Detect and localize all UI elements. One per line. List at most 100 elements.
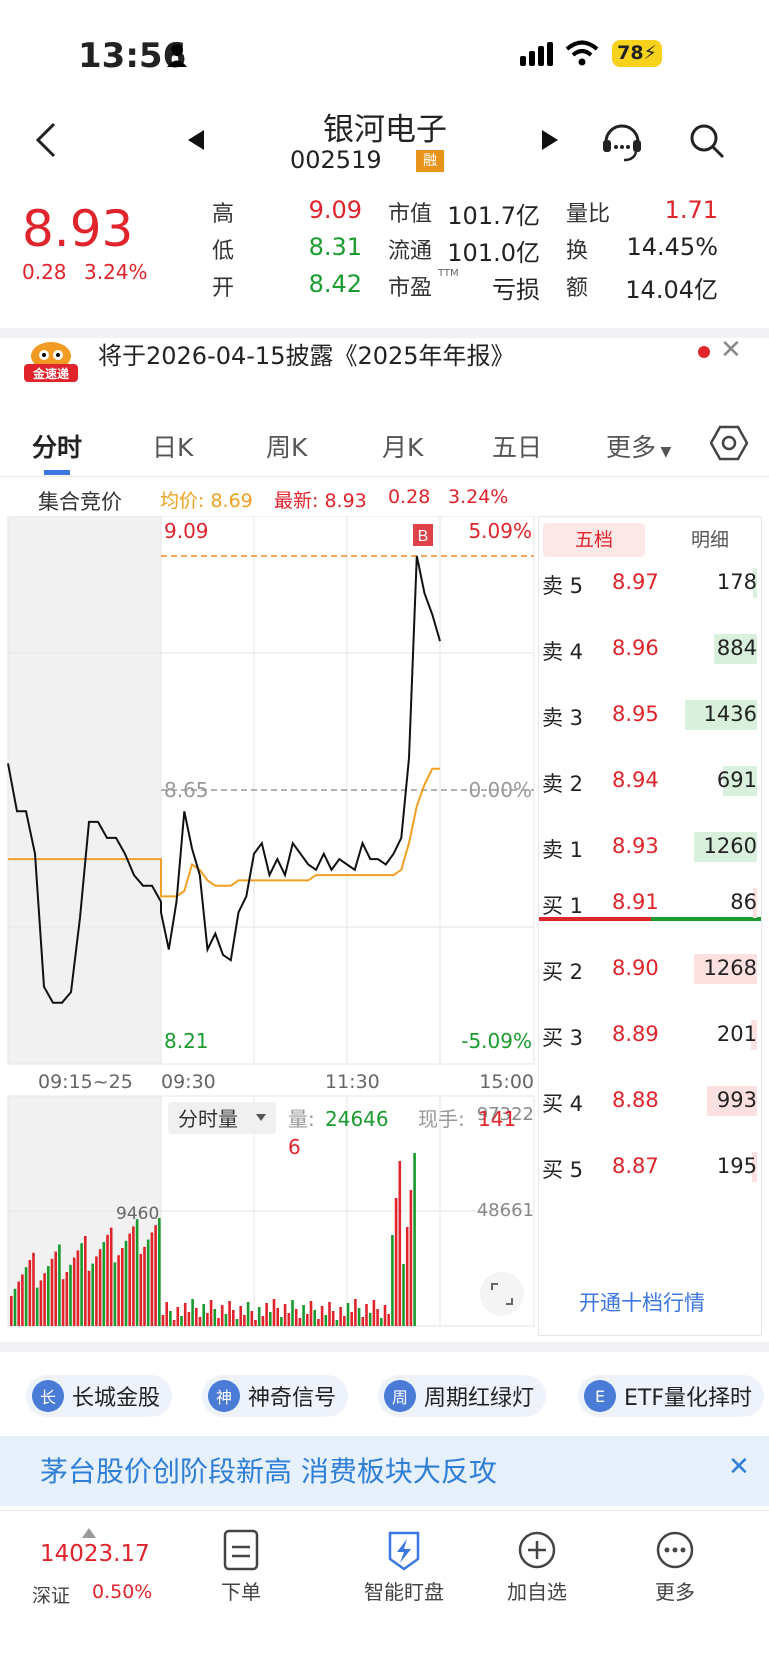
volume-bar [235, 1319, 239, 1326]
feature-pill[interactable]: 周周期红绿灯 [378, 1375, 547, 1417]
signal-icon [520, 42, 556, 70]
volume-bar [180, 1316, 183, 1326]
close-icon[interactable]: ✕ [728, 1452, 750, 1482]
tab-daily-k[interactable]: 日K [152, 428, 193, 464]
stat-value: 8.31 [308, 233, 362, 261]
index-name: 深证 [32, 1585, 71, 1607]
volume-label: 量: [288, 1107, 315, 1131]
promo-banner[interactable]: 茅台股价创阶段新高 消费板块大反攻 ✕ [0, 1436, 769, 1506]
index-value[interactable]: 14023.17 [40, 1541, 150, 1567]
volume-bar [65, 1272, 69, 1326]
orderbook-level-label: 卖 3 [542, 706, 584, 730]
orderbook-volume: 195 [716, 1154, 757, 1178]
tab-weekly-k[interactable]: 周K [266, 428, 307, 464]
buy-marker-label: B [418, 528, 429, 545]
stat-label: 低 [212, 239, 235, 264]
tab-five-day[interactable]: 五日 [492, 428, 542, 464]
orderbook-level-label: 买 3 [542, 1026, 584, 1050]
divider [0, 1342, 769, 1352]
expand-button[interactable] [480, 1272, 524, 1316]
feature-pill[interactable]: 长长城金股 [26, 1375, 173, 1417]
stock-code: 002519 [290, 146, 382, 174]
prev-stock-icon[interactable] [186, 128, 206, 156]
caret-up-icon [82, 1523, 96, 1542]
volume-bar [135, 1219, 139, 1326]
volume-bar [61, 1279, 65, 1326]
stat-label: 换 [566, 239, 589, 264]
stat-label: 额 [566, 276, 589, 301]
wifi-icon [565, 40, 599, 70]
volume-bar [28, 1260, 32, 1326]
volume-bar [298, 1318, 302, 1326]
volume-bar [368, 1313, 372, 1326]
notice-logo-text: 金速递 [32, 367, 69, 381]
volume-bar [394, 1198, 398, 1326]
volume-bar [309, 1301, 313, 1326]
close-icon[interactable]: ✕ [720, 335, 742, 365]
tab-place-order[interactable]: 下单 [186, 1529, 296, 1605]
volume-bar [32, 1252, 35, 1326]
volume-bar [54, 1251, 57, 1326]
tab-intraday[interactable]: 分时 [32, 428, 82, 464]
intraday-chart[interactable]: B 9.09 5.09% 8.65 0.00% 8.21 -5.09% 09:1… [0, 516, 540, 1336]
volume-bar [228, 1301, 231, 1326]
tab-more[interactable]: 更多 ▼ [606, 428, 671, 464]
volume-bar [328, 1302, 331, 1326]
active-tab-underline [44, 470, 70, 475]
quote-panel: 8.93 0.28 3.24% 高 9.09 低 8.31 开 8.42 市值 101.7亿流… [0, 196, 769, 328]
index-pct: 0.50% [92, 1581, 153, 1603]
volume-bar [357, 1308, 361, 1326]
tab-more-actions[interactable]: 更多 [620, 1529, 730, 1605]
feature-pill[interactable]: E ETF量化择时 [578, 1375, 764, 1417]
customer-service-icon[interactable] [600, 120, 644, 168]
orderbook-volume: 1436 [703, 702, 757, 726]
volume-bar [246, 1302, 250, 1326]
tab-monthly-k[interactable]: 月K [382, 428, 423, 464]
latest-change-pct: 3.24% [448, 486, 509, 508]
orderbook-price: 8.97 [612, 570, 659, 594]
notice-bar[interactable]: 金速递 将于2026-04-15披露《2025年年报》 ✕ [0, 335, 769, 406]
tab-add-watchlist[interactable]: 加自选 [482, 1529, 592, 1605]
tab-detail[interactable]: 明细 [665, 523, 755, 557]
battery-level: 78 [617, 42, 644, 64]
orderbook-level-label: 卖 5 [542, 574, 584, 598]
volume-bar [39, 1280, 43, 1326]
stat-value: 1.71 [664, 196, 718, 224]
volume-bar [350, 1312, 353, 1326]
search-icon[interactable] [688, 122, 726, 164]
volume-bar [405, 1227, 409, 1326]
stat-label: 市盈 [388, 276, 433, 301]
volume-mid-label: 48661 [477, 1200, 534, 1221]
volume-bar [202, 1304, 205, 1326]
tab-smart-watch[interactable]: 智能盯盘 [334, 1529, 474, 1605]
volume-bar [372, 1300, 376, 1326]
upgrade-level10-link[interactable]: 开通十档行情 [579, 1287, 705, 1317]
orderbook-price: 8.94 [612, 768, 659, 792]
volume-bar [87, 1270, 91, 1326]
tab-level5[interactable]: 五档 [543, 523, 645, 557]
volume-bar [146, 1239, 150, 1326]
volume-bar [191, 1299, 194, 1326]
stat-value: 9.09 [308, 196, 362, 224]
volume-bar [402, 1264, 405, 1326]
volume-bar [213, 1309, 217, 1326]
document-icon [223, 1529, 259, 1571]
orderbook-volume: 201 [716, 1022, 757, 1046]
volume-bar [172, 1320, 176, 1326]
volume-bar [343, 1316, 346, 1326]
tab-more-actions-label: 更多 [655, 1580, 695, 1604]
volume-bar [121, 1248, 124, 1326]
volume-bar [209, 1300, 213, 1326]
volume-bar [91, 1263, 94, 1326]
feature-pill[interactable]: 神神奇信号 [202, 1375, 349, 1417]
settings-icon[interactable] [709, 424, 749, 466]
stat-label: 开 [212, 276, 235, 301]
nav-header: 银河电子 002519 融 [0, 110, 769, 200]
back-icon[interactable] [28, 120, 68, 160]
last-price: 8.93 [22, 200, 134, 258]
volume-bar [58, 1244, 61, 1326]
volume-bar [283, 1304, 287, 1326]
next-stock-icon[interactable] [540, 128, 560, 156]
volume-bar [154, 1225, 157, 1326]
volume-bar [69, 1264, 72, 1326]
